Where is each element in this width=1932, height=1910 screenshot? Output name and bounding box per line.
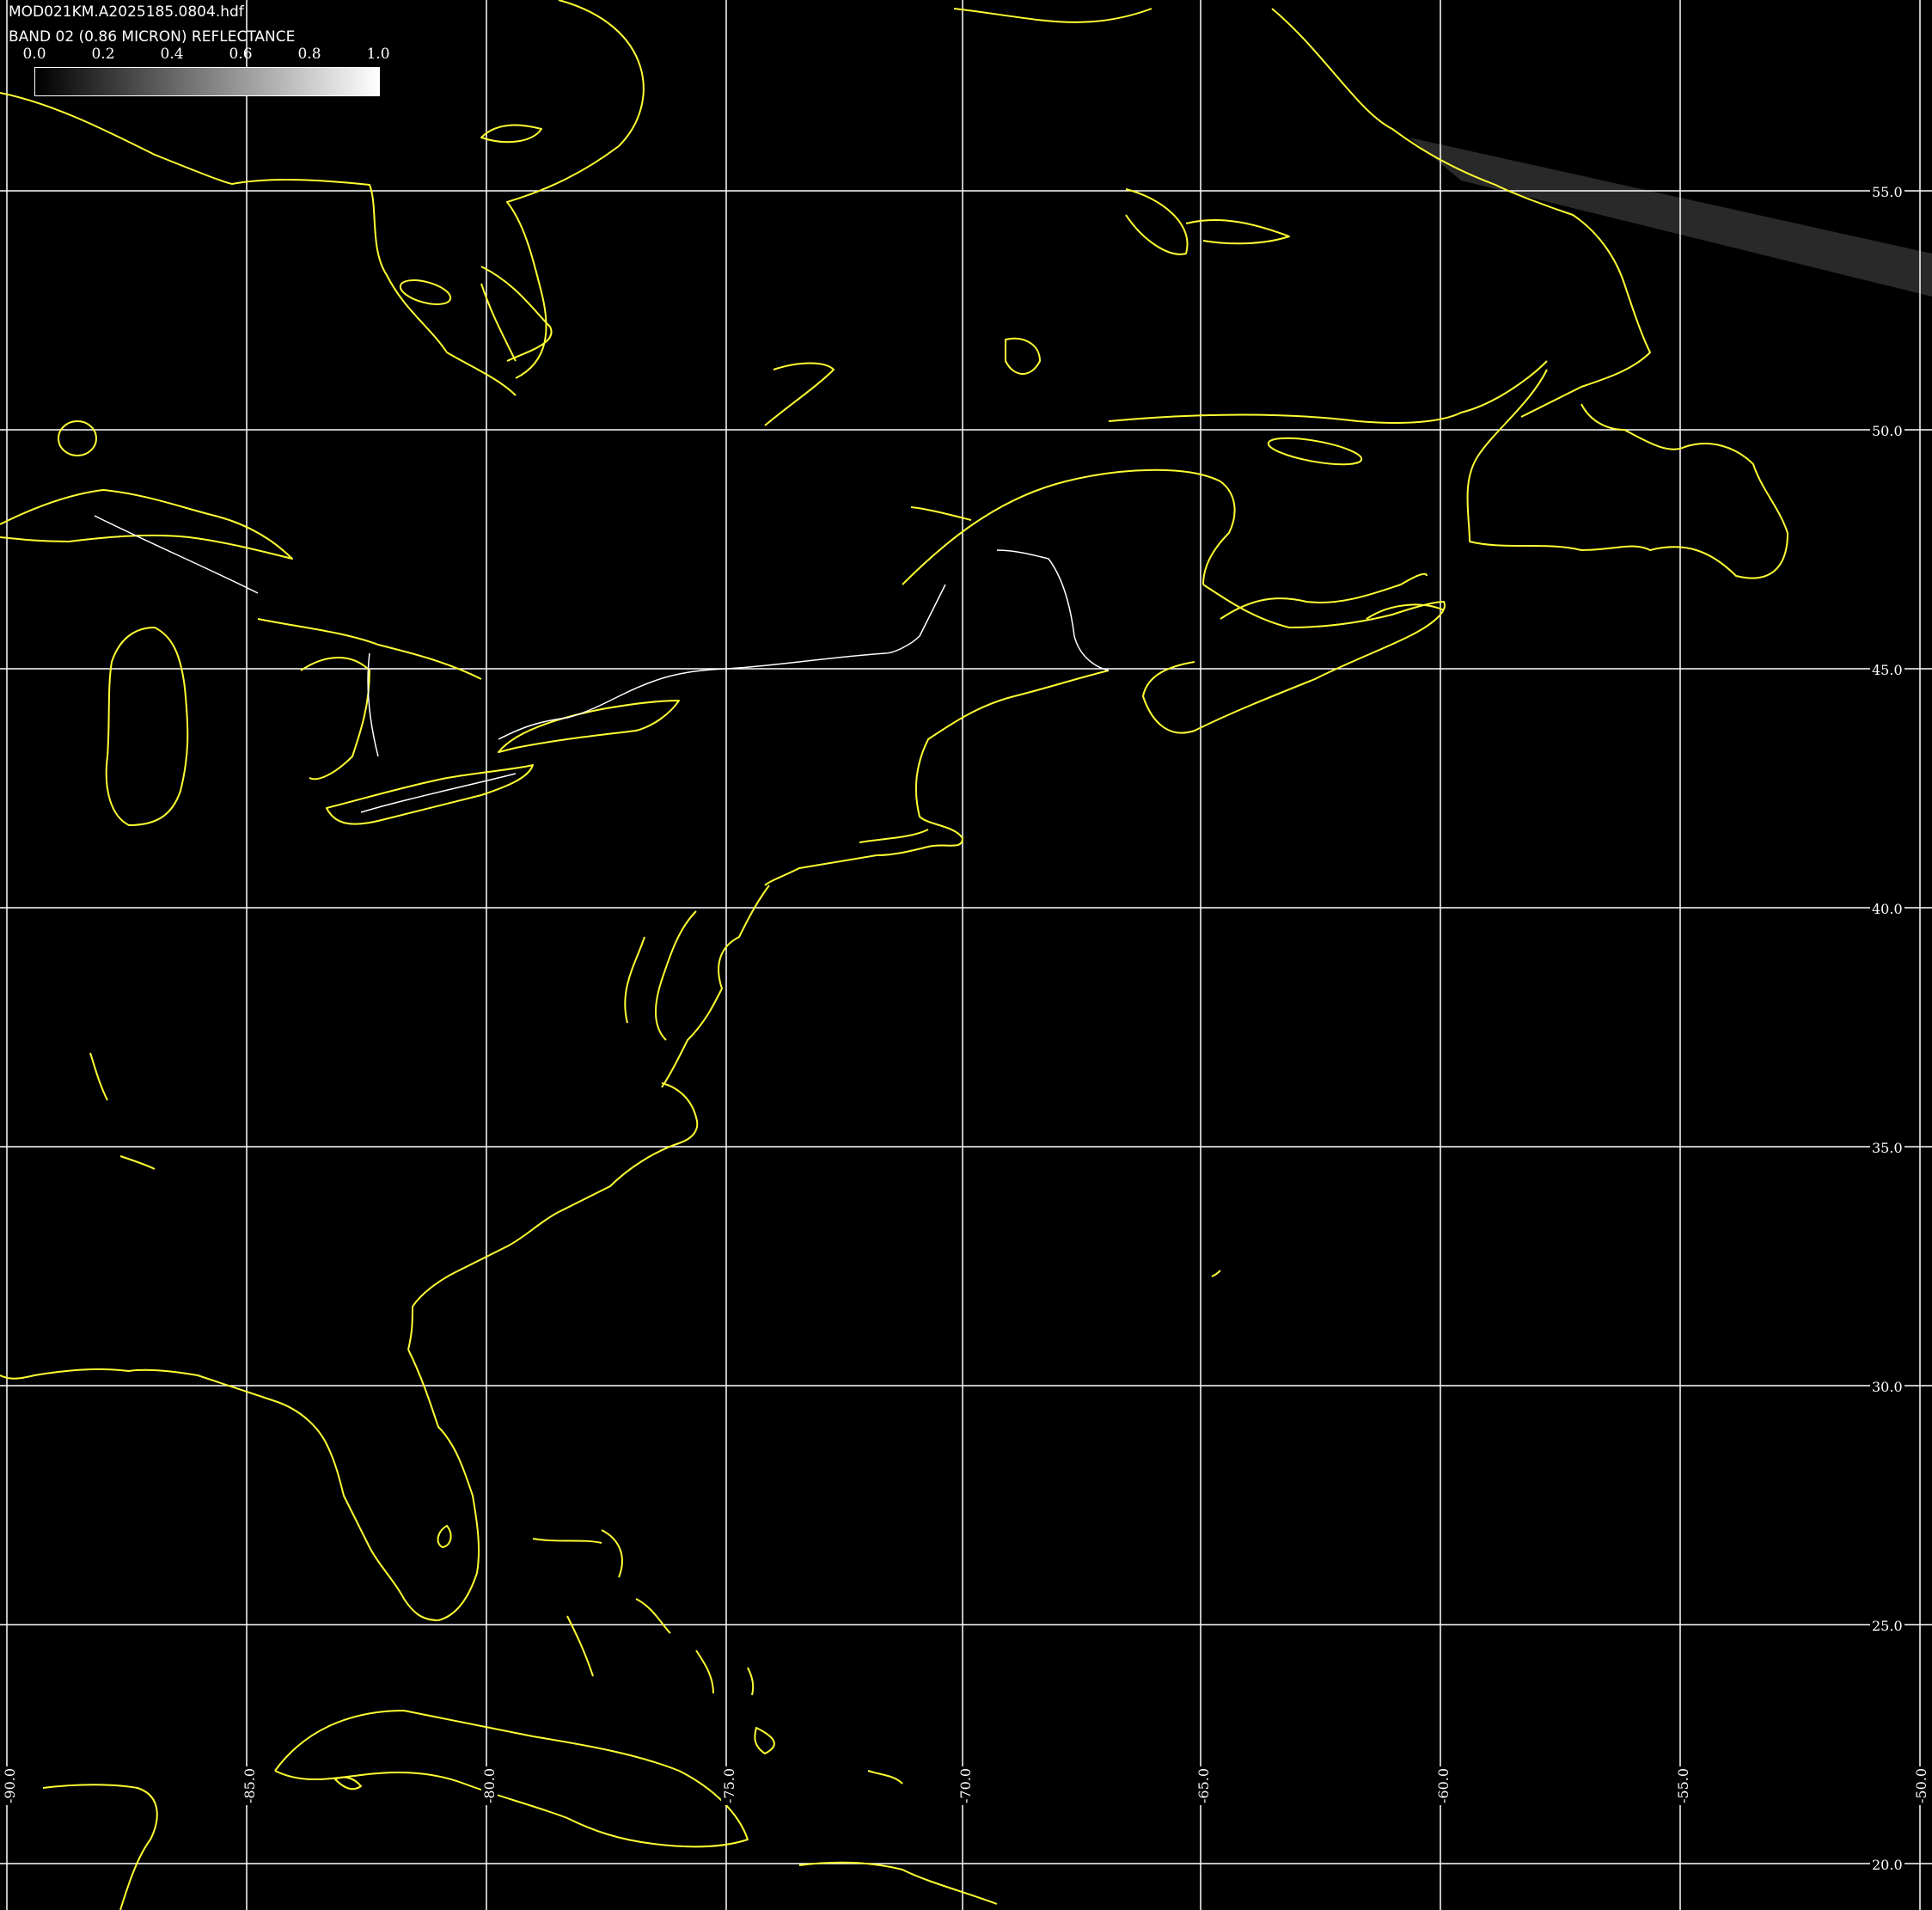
lat-label: 30.0 [1870, 1379, 1904, 1395]
band-label: BAND 02 (0.86 MICRON) REFLECTANCE [9, 28, 296, 46]
lon-label: -65.0 [1195, 1766, 1212, 1805]
lon-label: -75.0 [721, 1766, 737, 1805]
lon-label: -55.0 [1675, 1766, 1691, 1805]
colorbar-tick: 0.2 [91, 46, 115, 63]
colorbar-tick: 0.6 [229, 46, 253, 63]
colorbar-tick: 0.0 [22, 46, 46, 63]
filename-title: MOD021KM.A2025185.0804.hdf [9, 3, 244, 21]
lon-label: -50.0 [1913, 1766, 1929, 1805]
reflectance-colorbar [34, 67, 380, 96]
lat-label: 55.0 [1870, 184, 1904, 200]
lon-label: -70.0 [957, 1766, 974, 1805]
lat-label: 50.0 [1870, 423, 1904, 439]
lat-label: 25.0 [1870, 1618, 1904, 1634]
lat-label: 45.0 [1870, 662, 1904, 678]
map-background [0, 0, 1932, 1910]
colorbar-tick: 0.4 [160, 46, 184, 63]
satellite-map [0, 0, 1932, 1910]
lon-label: -60.0 [1435, 1766, 1452, 1805]
colorbar-tick: 1.0 [366, 46, 390, 63]
lon-label: -85.0 [242, 1766, 258, 1805]
lon-label: -90.0 [2, 1766, 18, 1805]
lat-label: 40.0 [1870, 901, 1904, 917]
lat-label: 35.0 [1870, 1140, 1904, 1156]
lat-label: 20.0 [1870, 1857, 1904, 1873]
lon-label: -80.0 [481, 1766, 498, 1805]
colorbar-tick: 0.8 [297, 46, 321, 63]
